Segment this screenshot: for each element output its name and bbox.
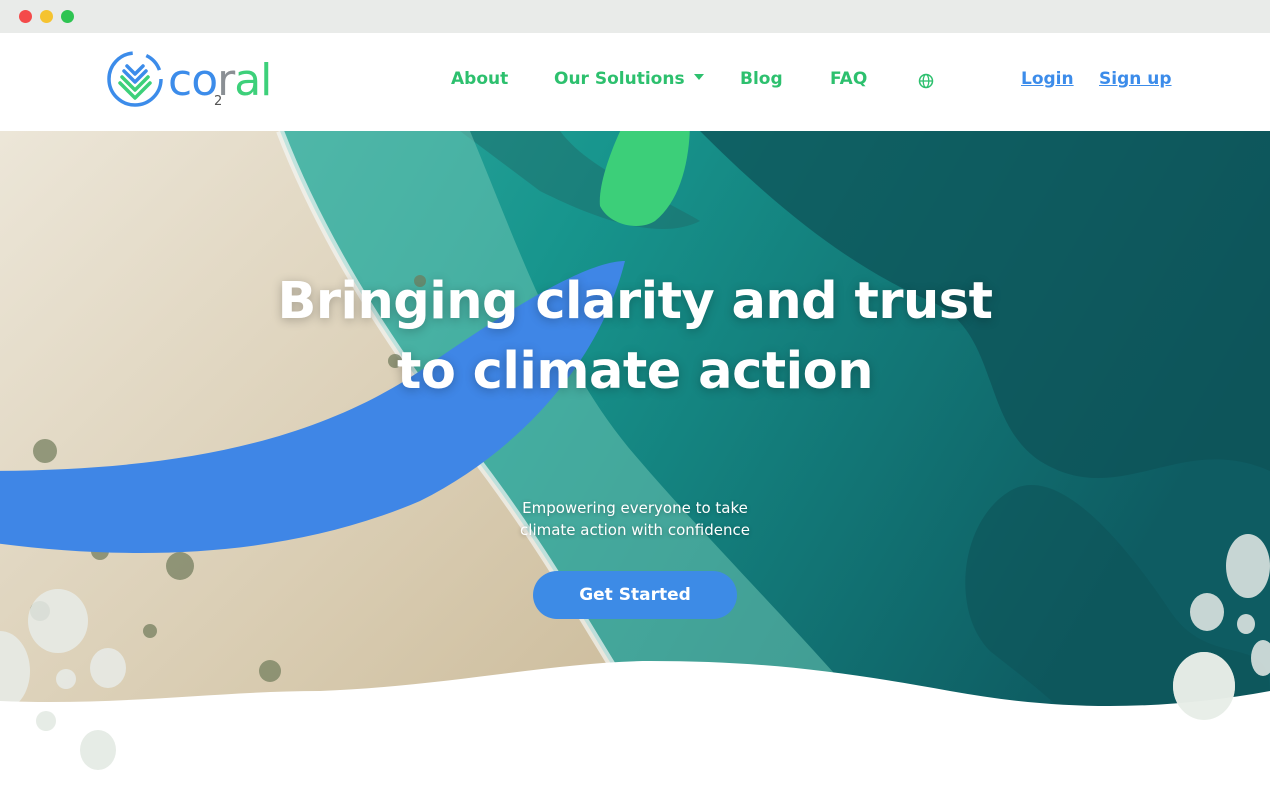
signup-link[interactable]: Sign up — [1099, 69, 1172, 89]
chevron-down-icon — [693, 74, 704, 80]
globe-icon[interactable] — [918, 73, 934, 89]
hero-background-image — [0, 131, 1270, 800]
top-navbar: coral 2 About Our Solutions Blog FAQ Log… — [0, 33, 1270, 131]
coral-logo-icon — [107, 51, 163, 107]
window-minimize-button[interactable] — [40, 10, 53, 23]
hero-headline-line2: to climate action — [397, 342, 874, 401]
window-maximize-button[interactable] — [61, 10, 74, 23]
browser-chrome — [0, 0, 1270, 33]
coral-logo[interactable]: coral 2 — [106, 50, 296, 112]
logo-wordmark-co: co — [168, 55, 218, 106]
hero-subtitle: Empowering everyone to take climate acti… — [0, 497, 1270, 541]
hero-section: Bringing clarity and trust to climate ac… — [0, 131, 1270, 800]
nav-faq-link[interactable]: FAQ — [830, 69, 867, 89]
nav-our-solutions-dropdown[interactable]: Our Solutions — [554, 69, 704, 89]
nav-about-link[interactable]: About — [451, 69, 508, 89]
logo-wordmark-al: al — [234, 55, 272, 106]
hero-subtitle-line1: Empowering everyone to take — [522, 499, 748, 517]
nav-blog-link[interactable]: Blog — [740, 69, 783, 89]
login-link[interactable]: Login — [1021, 69, 1074, 89]
hero-headline: Bringing clarity and trust to climate ac… — [0, 267, 1270, 407]
hero-headline-line1: Bringing clarity and trust — [277, 272, 993, 331]
logo-subscript: 2 — [214, 94, 223, 109]
get-started-button[interactable]: Get Started — [533, 571, 737, 619]
window-close-button[interactable] — [19, 10, 32, 23]
hero-subtitle-line2: climate action with confidence — [520, 521, 750, 539]
nav-our-solutions-label: Our Solutions — [554, 69, 685, 89]
